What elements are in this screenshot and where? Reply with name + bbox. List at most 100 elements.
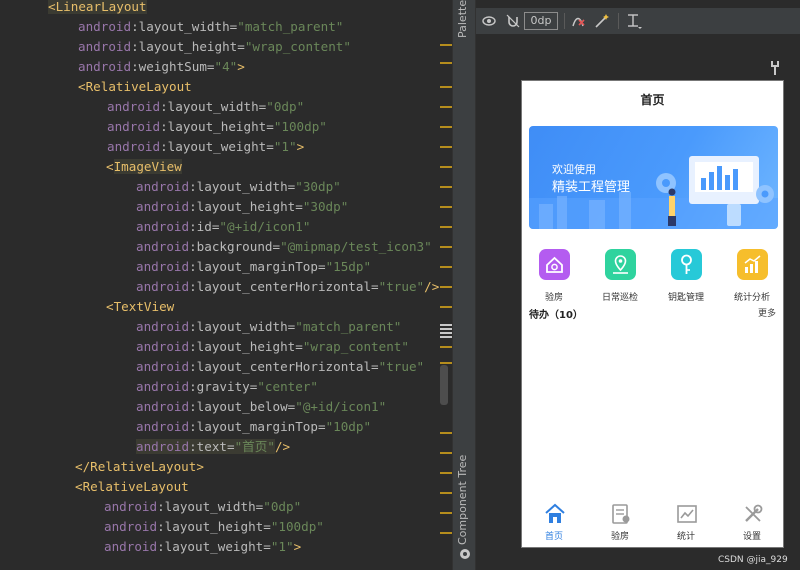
code-editor[interactable]: <LinearLayout android:layout_width="match…: [0, 0, 452, 570]
infer-constraints-icon[interactable]: [594, 12, 610, 30]
code-token: :weightSum=: [131, 59, 215, 74]
error-stripe-mark[interactable]: [440, 186, 452, 188]
code-line[interactable]: android:layout_height="30dp": [136, 197, 348, 217]
error-stripe-mark[interactable]: [440, 62, 452, 64]
code-line[interactable]: <LinearLayout: [48, 0, 147, 17]
wrench-icon[interactable]: [768, 60, 782, 76]
key-icon: [681, 254, 692, 274]
error-stripe-mark[interactable]: [440, 206, 452, 208]
code-line[interactable]: android:layout_width="0dp": [107, 97, 304, 117]
code-token: android: [107, 99, 161, 114]
error-stripe-mark[interactable]: [440, 226, 452, 228]
code-line[interactable]: android:weightSum="4">: [78, 57, 245, 77]
code-line[interactable]: android:layout_width="match_parent": [78, 17, 343, 37]
code-line[interactable]: android:text="首页"/>: [136, 437, 290, 457]
error-stripe-mark[interactable]: [440, 432, 452, 434]
code-token: <TextView: [106, 299, 175, 314]
code-line[interactable]: android:layout_weight="1">: [104, 537, 301, 557]
code-line[interactable]: android:id="@+id/icon1": [136, 217, 310, 237]
error-stripe-mark[interactable]: [440, 286, 452, 288]
error-stripe-mark[interactable]: [440, 126, 452, 128]
home-icon: [545, 503, 565, 523]
component-tree-tab[interactable]: Component Tree: [456, 455, 469, 545]
error-stripe-mark[interactable]: [440, 328, 452, 330]
error-stripe-mark[interactable]: [440, 332, 452, 334]
code-token: "10dp": [325, 419, 372, 434]
error-stripe-mark[interactable]: [440, 336, 452, 338]
code-token: :layout_below=: [189, 399, 296, 414]
code-token: android: [107, 139, 161, 154]
code-line[interactable]: android:layout_marginTop="15dp": [136, 257, 371, 277]
error-stripe-mark[interactable]: [440, 306, 452, 308]
code-line[interactable]: <RelativeLayout: [75, 477, 189, 497]
eye-icon[interactable]: [482, 12, 496, 30]
welcome-banner[interactable]: 欢迎使用 精装工程管理: [529, 126, 778, 229]
code-token: "首页": [234, 439, 275, 454]
error-stripe-mark[interactable]: [440, 266, 452, 268]
code-line[interactable]: </RelativeLayout>: [75, 457, 204, 477]
code-token: :background=: [189, 239, 281, 254]
clear-constraints-icon[interactable]: [570, 12, 586, 30]
error-stripe-mark[interactable]: [440, 512, 452, 514]
code-line[interactable]: android:layout_width="match_parent": [136, 317, 401, 337]
banner-app-name: 精装工程管理: [552, 180, 631, 195]
error-stripe-mark[interactable]: [440, 532, 452, 534]
code-line[interactable]: android:layout_below="@+id/icon1": [136, 397, 386, 417]
house-icon: [546, 256, 563, 273]
error-stripe-mark[interactable]: [440, 324, 452, 326]
error-stripe-mark[interactable]: [440, 106, 452, 108]
code-line[interactable]: android:background="@mipmap/test_icon3": [136, 237, 432, 257]
code-line[interactable]: android:gravity="center": [136, 377, 318, 397]
code-line[interactable]: android:layout_height="100dp": [107, 117, 327, 137]
inspect-icon: [612, 504, 630, 524]
todo-more-link[interactable]: 更多: [758, 306, 776, 319]
code-token: "100dp": [270, 519, 324, 534]
code-line[interactable]: android:layout_marginTop="10dp": [136, 417, 371, 437]
component-tree-icon[interactable]: [459, 548, 471, 560]
error-stripe-mark[interactable]: [440, 452, 452, 454]
error-stripe-mark[interactable]: [440, 44, 452, 46]
guidelines-icon[interactable]: [626, 12, 642, 30]
error-stripe-mark[interactable]: [440, 362, 452, 364]
code-token: :layout_height=: [189, 199, 303, 214]
code-line[interactable]: android:layout_width="30dp": [136, 177, 341, 197]
nav-settings[interactable]: 设置: [722, 501, 782, 543]
code-token: "30dp": [302, 199, 349, 214]
magnet-off-icon[interactable]: [506, 12, 520, 30]
palette-tab[interactable]: Palette: [456, 0, 469, 38]
code-line[interactable]: android:layout_centerHorizontal="true": [136, 357, 424, 377]
code-line[interactable]: android:layout_weight="1">: [107, 137, 304, 157]
error-stripe-mark[interactable]: [440, 472, 452, 474]
nav-stats[interactable]: 统计: [656, 501, 716, 543]
error-stripe-mark[interactable]: [440, 492, 452, 494]
error-stripe-mark[interactable]: [440, 346, 452, 348]
code-line[interactable]: android:layout_height="100dp": [104, 517, 324, 537]
code-line[interactable]: <TextView: [106, 297, 174, 317]
nav-inspect[interactable]: 验房: [590, 501, 650, 543]
error-stripe[interactable]: [434, 0, 452, 570]
editor-scrollbar-thumb[interactable]: [440, 365, 448, 405]
tool-window-strip: Palette Component Tree: [452, 0, 476, 570]
error-stripe-mark[interactable]: [440, 166, 452, 168]
code-line[interactable]: <RelativeLayout: [78, 77, 192, 97]
code-token: :layout_weight=: [157, 539, 271, 554]
code-token: :layout_height=: [157, 519, 271, 534]
code-line[interactable]: android:layout_height="wrap_content": [136, 337, 409, 357]
error-stripe-mark[interactable]: [440, 246, 452, 248]
code-token: :layout_height=: [160, 119, 274, 134]
default-margin-field[interactable]: 0dp: [524, 12, 558, 30]
code-token: "0dp": [263, 499, 302, 514]
code-line[interactable]: <ImageView: [106, 157, 182, 177]
stats-icon: [677, 505, 697, 523]
code-token: android: [136, 439, 190, 454]
function-label: 日常巡检: [601, 293, 638, 303]
code-line[interactable]: android:layout_centerHorizontal="true"/>: [136, 277, 439, 297]
code-line[interactable]: android:layout_height="wrap_content": [78, 37, 351, 57]
error-stripe-mark[interactable]: [440, 146, 452, 148]
nav-home[interactable]: 首页: [524, 501, 584, 543]
function-icon-bg: [605, 249, 636, 280]
phone-preview[interactable]: 首页 欢迎使用 精装工程管理 验房 日常巡检 钥匙管理 统计分析 待办（10） …: [521, 80, 784, 548]
code-line[interactable]: android:layout_width="0dp": [104, 497, 301, 517]
error-stripe-mark[interactable]: [440, 86, 452, 88]
code-token: "@+id/icon1": [219, 219, 311, 234]
